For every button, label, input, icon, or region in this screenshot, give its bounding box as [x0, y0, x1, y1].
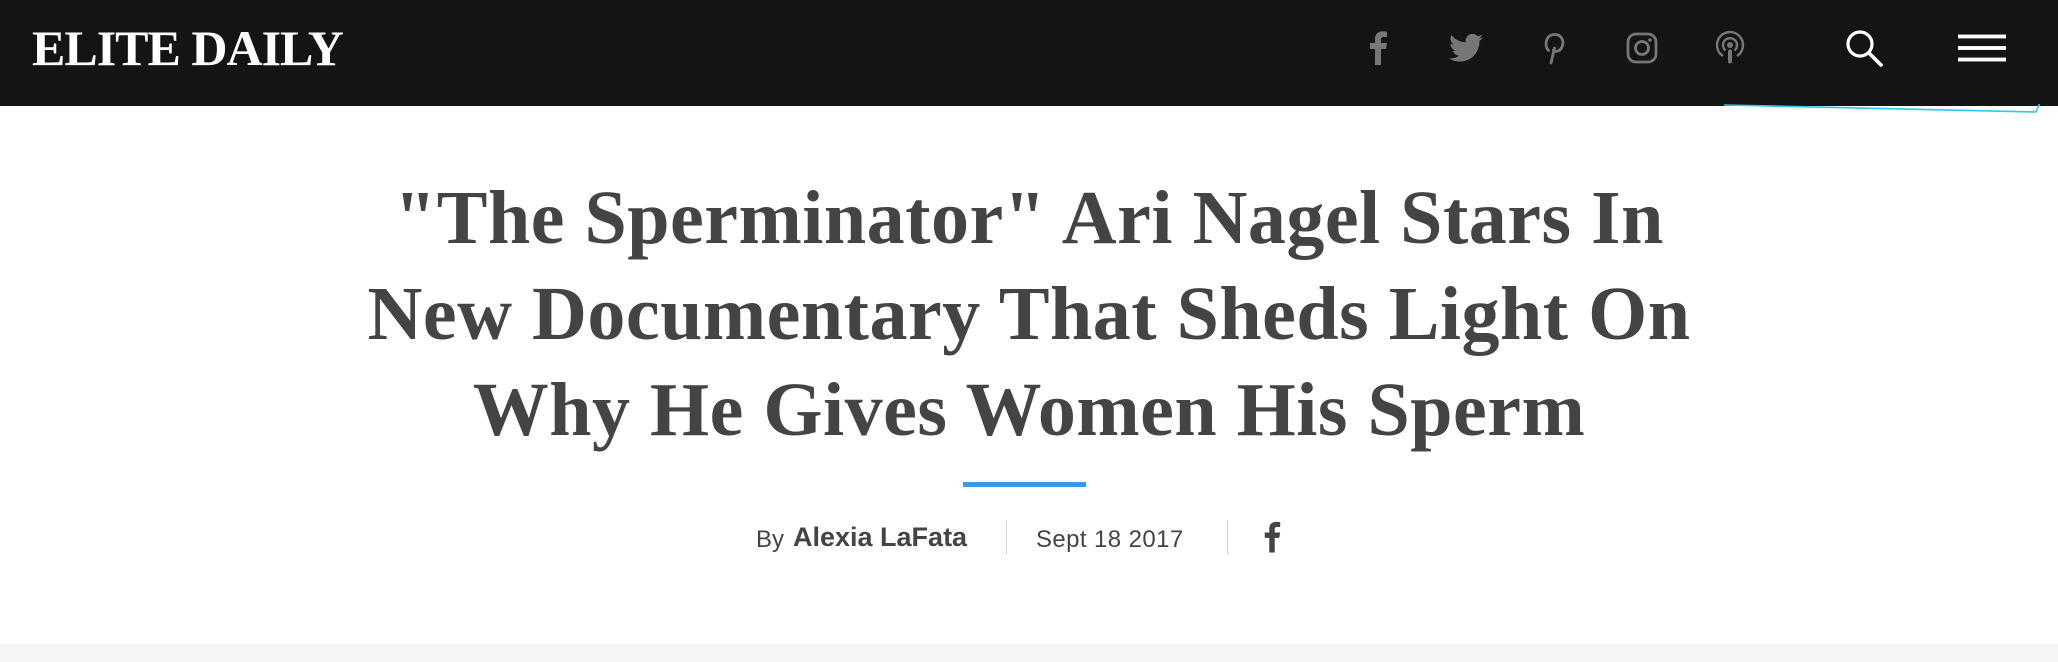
- instagram-icon: [1626, 32, 1658, 64]
- byline-prefix: By: [756, 526, 785, 553]
- author-link[interactable]: Alexia LaFata: [793, 522, 967, 553]
- facebook-link[interactable]: [1358, 28, 1398, 68]
- reading-progress-line: [1723, 104, 2041, 113]
- facebook-share-button[interactable]: [1260, 518, 1284, 556]
- facebook-icon: [1370, 31, 1387, 65]
- title-divider: [963, 482, 1086, 487]
- site-logo[interactable]: ELITE DAILY: [32, 22, 344, 74]
- pinterest-icon: [1544, 33, 1565, 65]
- podcast-link[interactable]: [1710, 28, 1750, 68]
- facebook-icon: [1264, 521, 1281, 553]
- article-byline: By Alexia LaFata Sept 18 2017: [0, 518, 2058, 558]
- search-icon: [1846, 30, 1883, 67]
- byline-separator: [1227, 520, 1228, 554]
- publish-date: Sept 18 2017: [1036, 526, 1184, 553]
- article-title: "The Sperminator" Ari Nagel Stars In New…: [367, 176, 1691, 452]
- byline-separator: [1006, 520, 1007, 554]
- hamburger-menu-icon: [1958, 34, 2006, 62]
- podcast-icon: [1715, 30, 1745, 64]
- search-button[interactable]: [1840, 24, 1888, 72]
- pinterest-link[interactable]: [1534, 28, 1574, 68]
- site-header: ELITE DAILY: [0, 0, 2058, 106]
- instagram-link[interactable]: [1622, 28, 1662, 68]
- twitter-icon: [1449, 33, 1483, 62]
- content-band: [0, 644, 2058, 662]
- menu-button[interactable]: [1958, 24, 2006, 72]
- twitter-link[interactable]: [1446, 28, 1486, 68]
